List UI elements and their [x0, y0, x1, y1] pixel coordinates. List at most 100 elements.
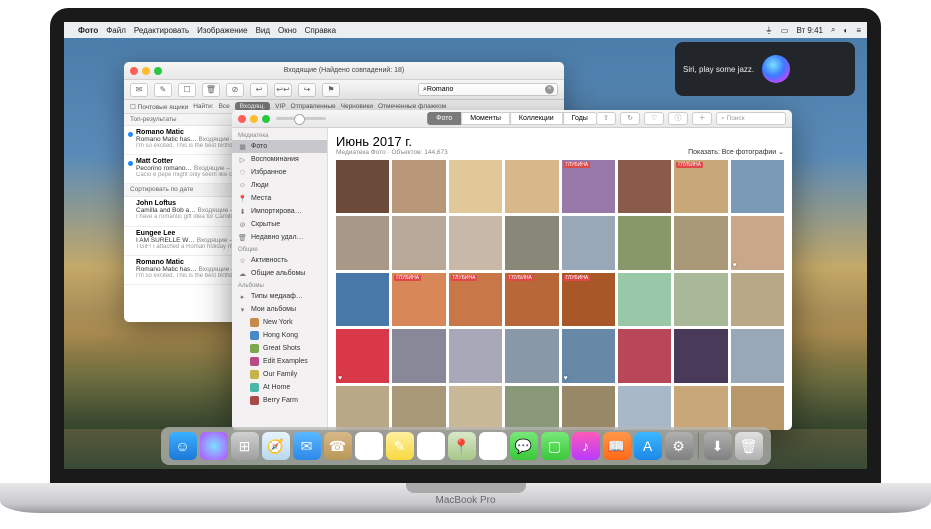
photo-thumbnail[interactable] — [618, 273, 671, 326]
filter-sent[interactable]: Отправленные — [291, 103, 336, 110]
siri-panel[interactable]: Siri, play some jazz. — [675, 42, 855, 96]
sidebar-item[interactable]: ▦ Фото — [232, 140, 327, 153]
photo-thumbnail[interactable] — [618, 386, 671, 431]
tab-moments[interactable]: Моменты — [461, 112, 510, 125]
sidebar-item[interactable]: ⬇ Импортирова… — [232, 205, 327, 218]
filter-flagged[interactable]: Отмеченные флажком — [378, 103, 446, 110]
photos-sidebar[interactable]: Медиатека ▦ Фото ▷ Воспоминания ♡ Избран… — [232, 128, 328, 430]
dock-messages[interactable]: 💬 — [510, 432, 538, 460]
filter-drafts[interactable]: Черновики — [341, 103, 373, 110]
photo-thumbnail[interactable] — [392, 160, 445, 213]
sidebar-album[interactable]: Hong Kong — [232, 329, 327, 342]
photo-thumbnail[interactable]: ГЛУБИНА — [674, 160, 727, 213]
dock-photos[interactable]: ✿ — [479, 432, 507, 460]
dock-preferences[interactable]: ⚙ — [665, 432, 693, 460]
photo-thumbnail[interactable]: ГЛУБИНА — [562, 273, 615, 326]
info-button[interactable]: ⓘ — [668, 112, 688, 125]
mail-titlebar[interactable]: Входящие (Найдено совпадений: 18) — [124, 62, 564, 80]
sidebar-item[interactable]: ⊘ Скрытые — [232, 218, 327, 231]
sidebar-album[interactable]: At Home — [232, 381, 327, 394]
clock[interactable]: Вт 9:41 — [796, 26, 823, 35]
photo-thumbnail[interactable]: ГЛУБИНА — [449, 273, 502, 326]
share-button[interactable]: ⇧ — [596, 112, 616, 125]
photo-thumbnail[interactable] — [392, 386, 445, 431]
dock-safari[interactable]: 🧭 — [262, 432, 290, 460]
sidebar-album[interactable]: New York — [232, 316, 327, 329]
dock-facetime[interactable]: ▢ — [541, 432, 569, 460]
sidebar-item[interactable]: ▸ Типы медиаф… — [232, 290, 327, 303]
notification-center-icon[interactable]: ≡ — [856, 26, 861, 35]
add-button[interactable]: ＋ — [692, 112, 712, 125]
sidebar-album[interactable]: Great Shots — [232, 342, 327, 355]
photo-thumbnail[interactable] — [505, 160, 558, 213]
sidebar-item[interactable]: ☆ Активность — [232, 254, 327, 267]
sidebar-album[interactable]: Berry Farm — [232, 394, 327, 407]
photo-thumbnail[interactable] — [674, 216, 727, 269]
clear-search-button[interactable]: × — [545, 85, 554, 94]
menu-file[interactable]: Файл — [106, 26, 126, 35]
rotate-button[interactable]: ↻ — [620, 112, 640, 125]
photo-thumbnail[interactable]: ♥ — [336, 329, 389, 382]
dock-itunes[interactable]: ♪ — [572, 432, 600, 460]
dock-notes[interactable]: ✎ — [386, 432, 414, 460]
dock-finder[interactable]: ☺ — [169, 432, 197, 460]
photo-thumbnail[interactable] — [674, 386, 727, 431]
wifi-icon[interactable]: ⏚ — [765, 25, 773, 36]
filter-vip[interactable]: VIP — [275, 103, 285, 110]
photo-thumbnail[interactable] — [336, 386, 389, 431]
sidebar-album[interactable]: Edit Examples — [232, 355, 327, 368]
photo-thumbnail[interactable] — [336, 273, 389, 326]
photo-thumbnail[interactable] — [562, 216, 615, 269]
dock-trash[interactable]: 🗑 — [735, 432, 763, 460]
dock-appstore[interactable]: A — [634, 432, 662, 460]
photo-thumbnail[interactable]: ГЛУБИНА — [392, 273, 445, 326]
mailboxes-button[interactable]: ☐ Почтовые ящики — [130, 103, 188, 111]
menu-window[interactable]: Окно — [278, 26, 297, 35]
sidebar-item[interactable]: 🗑 Недавно удал… — [232, 231, 327, 244]
archive-button[interactable]: ☐ — [178, 83, 196, 97]
get-mail-button[interactable]: ✉ — [130, 83, 148, 97]
photo-thumbnail[interactable] — [336, 160, 389, 213]
battery-icon[interactable]: ▭ — [781, 26, 789, 35]
photo-thumbnail[interactable] — [562, 386, 615, 431]
sidebar-item[interactable]: ♡ Избранное — [232, 166, 327, 179]
dock-ibooks[interactable]: 📖 — [603, 432, 631, 460]
photo-thumbnail[interactable] — [505, 329, 558, 382]
photo-thumbnail[interactable] — [731, 273, 784, 326]
sidebar-item[interactable]: ☺ Люди — [232, 179, 327, 192]
siri-menubar-icon[interactable]: ◐ — [843, 26, 848, 35]
compose-button[interactable]: ✎ — [154, 83, 172, 97]
reply-all-button[interactable]: ↩↩ — [274, 83, 292, 97]
reply-button[interactable]: ↩ — [250, 83, 268, 97]
photo-thumbnail[interactable] — [449, 160, 502, 213]
menu-view[interactable]: Вид — [256, 26, 270, 35]
dock-mail[interactable]: ✉ — [293, 432, 321, 460]
zoom-slider[interactable] — [276, 117, 326, 120]
forward-button[interactable]: ↪ — [298, 83, 316, 97]
dock-downloads[interactable]: ⬇ — [704, 432, 732, 460]
photo-thumbnail[interactable] — [505, 386, 558, 431]
photo-thumbnail[interactable] — [674, 273, 727, 326]
photo-thumbnail[interactable] — [731, 386, 784, 431]
photo-thumbnail[interactable]: ♥ — [562, 329, 615, 382]
dock-siri[interactable] — [200, 432, 228, 460]
photo-thumbnail[interactable] — [449, 329, 502, 382]
photos-search[interactable]: ⌕Поиск — [716, 112, 786, 125]
junk-button[interactable]: ⊘ — [226, 83, 244, 97]
photo-thumbnail[interactable]: ГЛУБИНА — [505, 273, 558, 326]
photo-thumbnail[interactable] — [336, 216, 389, 269]
menu-help[interactable]: Справка — [305, 26, 336, 35]
favorite-button[interactable]: ♡ — [644, 112, 664, 125]
menu-edit[interactable]: Редактировать — [134, 26, 189, 35]
spotlight-icon[interactable]: ⌕ — [831, 25, 835, 35]
menu-image[interactable]: Изображение — [197, 26, 247, 35]
photo-thumbnail[interactable] — [674, 329, 727, 382]
show-filter[interactable]: Показать: Все фотографии ⌄ — [688, 148, 784, 156]
close-button[interactable] — [238, 115, 246, 123]
dock-launchpad[interactable]: ⊞ — [231, 432, 259, 460]
photo-thumbnail[interactable] — [618, 216, 671, 269]
dock-contacts[interactable]: ☎ — [324, 432, 352, 460]
mail-search[interactable]: ⌕ × — [418, 83, 558, 96]
photos-main[interactable]: Июнь 2017 г. Медиатека Фото · Объектов: … — [328, 128, 792, 430]
photo-thumbnail[interactable] — [392, 216, 445, 269]
